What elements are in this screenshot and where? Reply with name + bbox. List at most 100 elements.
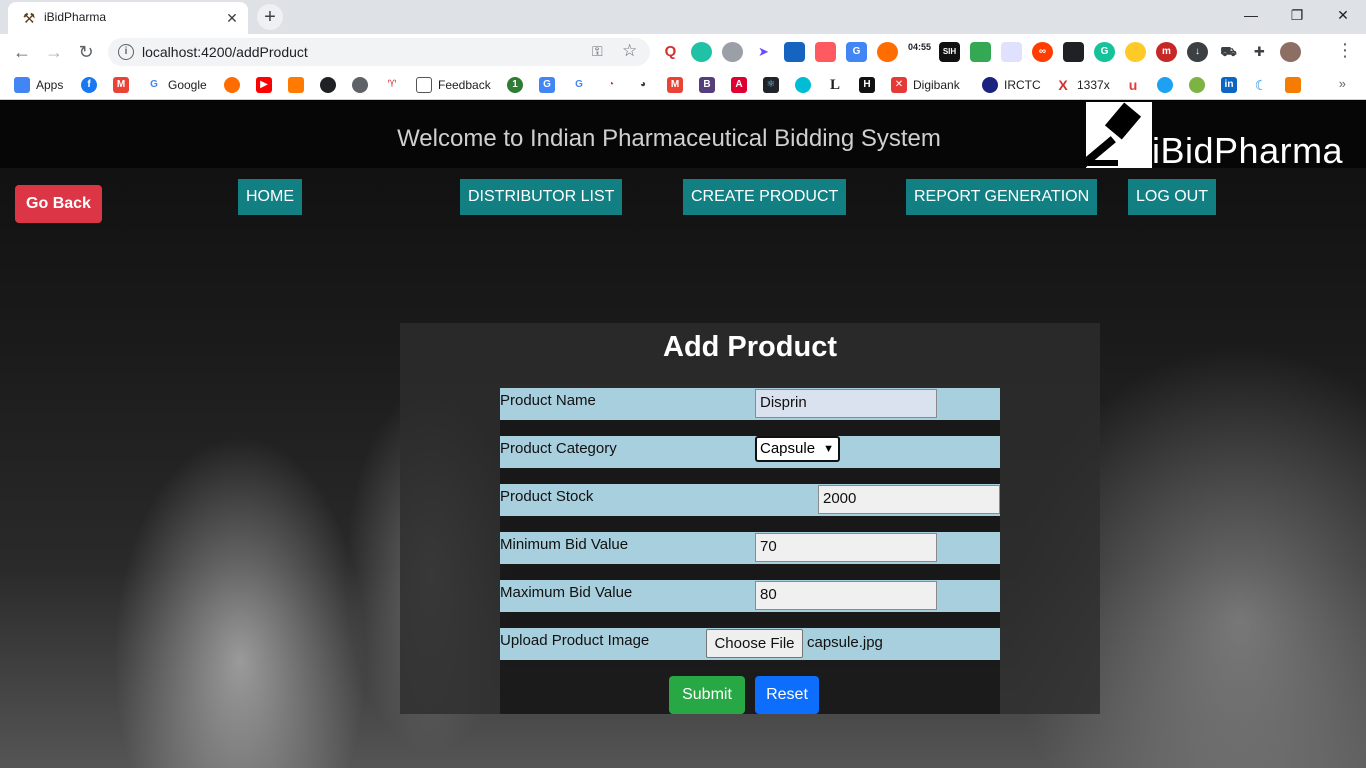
wave-extension-icon[interactable]: [1001, 42, 1022, 62]
row-upload-image: Upload Product Image Choose File capsule…: [500, 628, 1000, 660]
info-icon[interactable]: i: [118, 44, 134, 60]
feedback-icon: [416, 77, 432, 93]
restore-button[interactable]: ❐: [1274, 0, 1320, 30]
row-product-name: Product Name Disprin: [500, 388, 1000, 420]
row-product-stock: Product Stock 2000: [500, 484, 1000, 516]
screenshot-extension-icon[interactable]: [784, 42, 805, 62]
bookmark-frog[interactable]: [1189, 76, 1211, 94]
maximum-bid-input[interactable]: 80: [755, 581, 937, 610]
owl-extension-icon[interactable]: [1125, 42, 1146, 62]
bookmark-bootstrap[interactable]: B: [699, 76, 721, 94]
apps-grid-icon: [14, 77, 30, 93]
bookmark-gmail-2[interactable]: M: [667, 76, 689, 94]
nav-home[interactable]: HOME: [238, 179, 302, 215]
choose-file-button[interactable]: Choose File: [706, 629, 803, 658]
bookmark-angular[interactable]: A: [731, 76, 753, 94]
puzzle-icon[interactable]: ✚: [1249, 42, 1270, 62]
nav-report-generation[interactable]: REPORT GENERATION: [906, 179, 1098, 215]
product-category-select[interactable]: Capsule ▼: [755, 436, 840, 462]
minimize-button[interactable]: —: [1228, 0, 1274, 30]
bookmark-one[interactable]: 1: [507, 76, 529, 94]
product-name-label: Product Name: [500, 392, 596, 409]
digibank-icon: ✕: [891, 77, 907, 93]
close-icon[interactable]: ✕: [222, 8, 242, 28]
bookmark-runner[interactable]: ♈: [384, 76, 406, 94]
bookmark-google-2[interactable]: G: [571, 76, 593, 94]
browser-tab[interactable]: ⚒ iBidPharma ✕: [8, 2, 248, 34]
car-extension-icon[interactable]: ⛟: [1218, 42, 1239, 62]
bookmark-1337x[interactable]: X 1337x: [1055, 76, 1110, 94]
bookmark-feedback[interactable]: Feedback: [416, 76, 491, 94]
bookmark-github[interactable]: [320, 76, 342, 94]
menu-icon[interactable]: ⋮: [1336, 40, 1354, 61]
browser-toolbar: ← → ↻ i localhost:4200/addProduct ⚿ ☆ Q …: [0, 34, 1366, 70]
bookmark-gmail[interactable]: M: [113, 76, 135, 94]
bookmark-cloud[interactable]: [795, 76, 817, 94]
star-icon[interactable]: ☆: [622, 41, 637, 61]
bookmark-irctc[interactable]: IRCTC: [982, 76, 1041, 94]
bookmark-facebook[interactable]: f: [81, 76, 103, 94]
logo-text: iBidPharma: [1152, 130, 1344, 171]
speedometer-icon: ◔: [603, 77, 619, 93]
adblock-extension-icon[interactable]: [722, 42, 743, 62]
shield-extension-icon[interactable]: [970, 42, 991, 62]
video-extension-icon[interactable]: [815, 42, 836, 62]
bookmark-moon[interactable]: ☾: [1253, 76, 1275, 94]
irctc-icon: [982, 77, 998, 93]
download-icon[interactable]: ↓: [1187, 42, 1208, 62]
bookmark-speed[interactable]: ◔: [603, 76, 625, 94]
cursor-extension-icon[interactable]: ➤: [753, 42, 774, 62]
new-tab-button[interactable]: +: [257, 4, 283, 30]
sih-extension-icon[interactable]: SIH: [939, 42, 960, 62]
bookmark-box[interactable]: [288, 76, 310, 94]
grammarly-extension-icon[interactable]: G: [1094, 42, 1115, 62]
bookmark-power[interactable]: [224, 76, 246, 94]
reload-icon[interactable]: ↻: [72, 38, 100, 66]
tab-title: iBidPharma: [44, 10, 107, 24]
bookmark-grid[interactable]: [1285, 76, 1307, 94]
bookmark-translate[interactable]: G: [539, 76, 561, 94]
url-text[interactable]: localhost:4200/addProduct: [142, 44, 308, 60]
window-close-button[interactable]: ✕: [1320, 0, 1366, 30]
bookmark-linkedin[interactable]: in: [1221, 76, 1243, 94]
grammar-extension-icon[interactable]: [691, 42, 712, 62]
bookmark-google[interactable]: G Google: [146, 76, 207, 94]
key-icon[interactable]: ⚿: [592, 43, 603, 60]
address-bar[interactable]: i localhost:4200/addProduct ⚿ ☆: [108, 38, 650, 66]
submit-button[interactable]: Submit: [669, 676, 745, 714]
runner-icon: ♈: [384, 77, 400, 93]
bookmark-react[interactable]: ⚛: [763, 76, 785, 94]
quora-extension-icon[interactable]: Q: [660, 42, 681, 62]
product-name-input[interactable]: Disprin: [755, 389, 937, 418]
bookmark-globe[interactable]: [352, 76, 374, 94]
reset-button[interactable]: Reset: [755, 676, 819, 714]
bookmark-u[interactable]: u: [1125, 76, 1147, 94]
page: Welcome to Indian Pharmaceutical Bidding…: [0, 101, 1366, 768]
bookmarks-bar: Apps f M G Google ▶ ♈ Feedback 1 G G ◔ ◕ …: [0, 70, 1366, 100]
bookmark-gauge[interactable]: ◕: [635, 76, 657, 94]
fire-extension-icon[interactable]: [877, 42, 898, 62]
back-arrow-icon[interactable]: ←: [8, 38, 36, 66]
bookmark-apps[interactable]: Apps: [14, 76, 63, 94]
bookmarks-more-icon[interactable]: »: [1339, 76, 1346, 91]
minimum-bid-input[interactable]: 70: [755, 533, 937, 562]
pip-extension-icon[interactable]: [1063, 42, 1084, 62]
youtube-icon: ▶: [256, 77, 272, 93]
bookmark-l[interactable]: L: [827, 76, 849, 94]
m-extension-icon[interactable]: m: [1156, 42, 1177, 62]
nav-distributor-list[interactable]: DISTRIBUTOR LIST: [460, 179, 623, 215]
nav-log-out[interactable]: LOG OUT: [1128, 179, 1217, 215]
go-back-button[interactable]: Go Back: [15, 185, 102, 223]
form-title: Add Product: [663, 331, 837, 363]
infinity-extension-icon[interactable]: ∞: [1032, 42, 1053, 62]
nav-create-product[interactable]: CREATE PRODUCT: [683, 179, 847, 215]
translate-extension-icon[interactable]: G: [846, 42, 867, 62]
bookmark-youtube[interactable]: ▶: [256, 76, 278, 94]
forward-arrow-icon[interactable]: →: [40, 38, 68, 66]
bookmark-hackerrank[interactable]: H: [859, 76, 881, 94]
clock-extension-icon[interactable]: 04:55: [908, 42, 931, 62]
bookmark-digibank[interactable]: ✕ Digibank: [891, 76, 960, 94]
product-stock-input[interactable]: 2000: [818, 485, 1000, 514]
bookmark-twitter[interactable]: [1157, 76, 1179, 94]
profile-avatar[interactable]: [1280, 42, 1301, 62]
